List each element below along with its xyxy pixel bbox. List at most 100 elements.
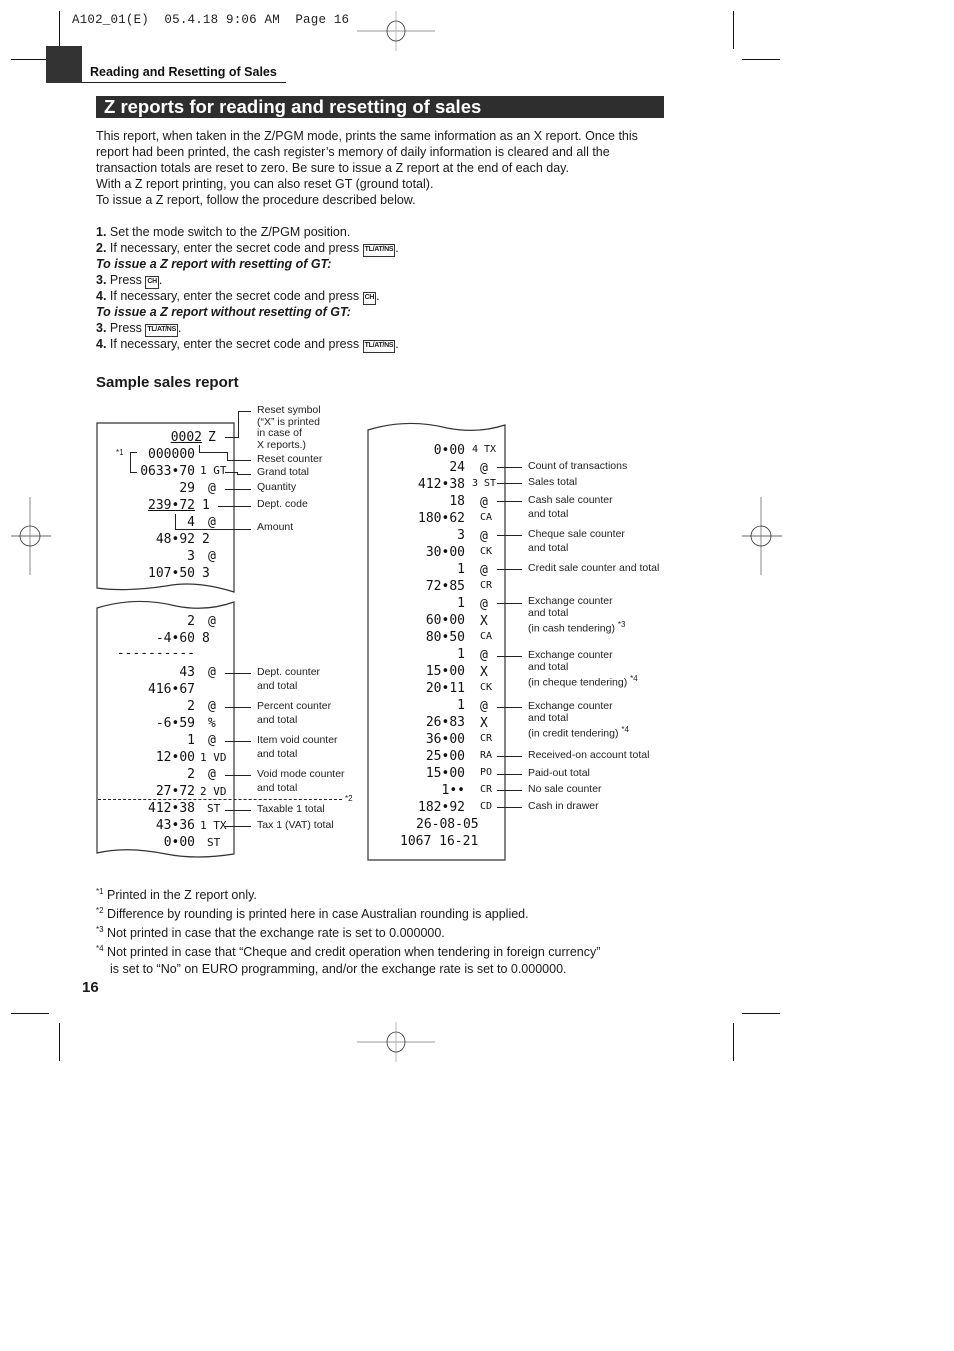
step-number: 3. [96,321,107,335]
label-line: and total [528,507,569,520]
receipt-symbol: 8 [202,631,210,646]
label-taxable1: Taxable 1 total [257,803,325,815]
receipt-value: -6•59 [155,716,195,731]
receipt-symbol: @ [208,481,216,496]
step-text: Press [109,273,142,287]
receipt-value: 412•38 [418,477,465,492]
receipt-symbol: @ [208,665,216,680]
receipt-symbol: X [480,716,488,731]
receipt-symbol: 1 [202,498,210,513]
label-tax1: Tax 1 (VAT) total [257,819,334,831]
receipt-value: 15•00 [425,664,465,679]
page-title: Z reports for reading and resetting of s… [96,96,664,118]
step-text: If necessary, enter the secret code and … [109,289,360,303]
subheading: To issue a Z report without resetting of… [96,305,351,319]
receipt-value: 15•00 [425,766,465,781]
receipt-symbol: @ [480,563,488,578]
leader-line [497,603,522,604]
receipt-value: 3 [187,549,195,564]
label-count-transactions: Count of transactions [528,460,628,472]
receipt-value: 0•00 [433,443,465,458]
receipt-value: 1 [457,698,465,713]
footnote-marker: *4 [621,725,629,734]
ch-key-icon: CH [362,292,377,305]
label-sales-total: Sales total [528,476,578,488]
footnote-mark: *4 [96,944,104,954]
receipt-symbol: CR [480,580,493,591]
label-item-void: Item void counter and total [257,734,338,760]
crop-mark [742,59,780,60]
label-line: (in cash tendering) [528,622,615,635]
leader-line [225,707,251,708]
bracket-line [130,452,137,453]
receipt-value: 412•38 [148,801,195,816]
label-reset-counter: Reset counter [257,453,323,465]
receipt-symbol: 4 TX [472,444,497,455]
receipt-value: 2 [187,699,195,714]
leader-line [497,535,522,536]
receipt-symbol: CK [480,546,493,557]
label-line: Dept. counter [257,666,321,678]
intro-line: With a Z report printing, you can also r… [96,177,434,191]
leader-line [497,774,522,775]
leader-line [497,807,522,808]
label-exchange-cheque: Exchange counter and total (in cheque tend… [528,649,638,689]
footnote-text: Not printed in case that the exchange ra… [107,926,445,941]
footnote: *2 Difference by rounding is printed her… [96,903,696,922]
receipt-value: 25•00 [425,749,465,764]
step-number: 1. [96,225,107,239]
label-line: Exchange counter [528,595,613,607]
receipt-symbol: CR [480,733,493,744]
label-no-sale: No sale counter [528,783,602,795]
label-line: and total [528,606,569,619]
receipt-value: 1067 16-21 [400,834,479,849]
footnotes: *1 Printed in the Z report only. *2 Diff… [96,884,696,977]
leader-line [225,775,251,776]
leader-line [225,673,251,674]
receipt-symbol: 1 VD [200,751,227,764]
receipt-value: 24 [449,460,465,475]
label-line: Void mode counter [257,768,345,780]
procedure-steps: 1. Set the mode switch to the Z/PGM posi… [96,224,676,353]
receipt-value: 29 [179,481,195,496]
registration-mark-icon [742,497,782,575]
receipt-value: 2 [187,614,195,629]
label-dept-code: Dept. code [257,498,308,510]
step: 1. Set the mode switch to the Z/PGM posi… [96,224,676,240]
rounding-dashed-line [98,799,342,800]
receipt-symbol: @ [208,767,216,782]
receipt-symbol: 3 ST [472,478,497,489]
receipt-value: 26•83 [425,715,465,730]
tl-at-ns-key-icon: TL/AT/NS [362,244,396,257]
receipt-symbol: CA [480,512,493,523]
leader-line [227,452,228,460]
label-received-on-account: Received-on account total [528,749,650,761]
label-line: (in cheque tendering) [528,676,628,689]
leader-line [238,411,251,412]
receipt-value: 26-08-05 [416,817,479,832]
crop-mark [11,59,49,60]
footnote: *3 Not printed in case that the exchange… [96,922,696,941]
label-line: and total [257,781,298,794]
label-grand-total: Grand total [257,466,309,478]
crop-mark [59,1023,60,1061]
receipt-symbol: 2 [202,532,210,547]
leader-line [497,790,522,791]
step: 4. If necessary, enter the secret code a… [96,337,399,353]
receipt-value: -4•60 [155,631,195,646]
page-number: 16 [82,979,99,996]
receipt-symbol: @ [480,699,488,714]
label-void-mode: Void mode counter and total [257,768,345,794]
label-cash-in-drawer: Cash in drawer [528,800,599,812]
step-number: 3. [96,273,107,287]
receipt-value: 18 [449,494,465,509]
label-line: Cash sale counter [528,494,613,506]
label-line: and total [257,713,298,726]
footnote-text: Difference by rounding is printed here i… [107,907,529,922]
intro-line: This report, when taken in the Z/PGM mod… [96,129,638,143]
footnote-marker: *4 [630,674,638,683]
receipt-value: 1 [187,733,195,748]
receipt-symbol: @ [480,648,488,663]
footnote-marker: *1 [116,448,124,457]
receipt-symbol: 1 GT [200,464,227,477]
